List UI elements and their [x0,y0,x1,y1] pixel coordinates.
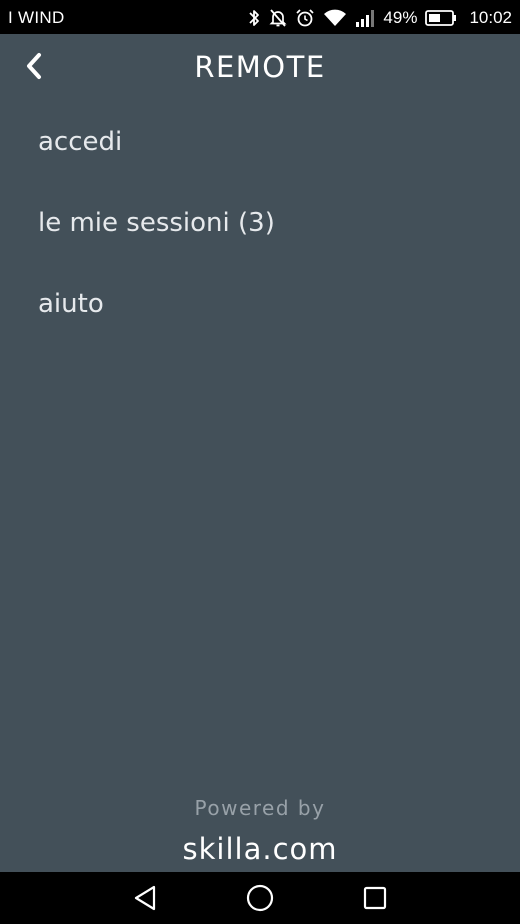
vibrate-muted-icon [269,8,287,28]
recents-square-icon [363,886,387,910]
battery-percent: 49% [383,8,418,27]
nav-back-button[interactable] [127,882,163,914]
wifi-icon [323,8,347,28]
alarm-icon [295,8,315,28]
bluetooth-icon [247,8,261,28]
menu-item-aiuto[interactable]: aiuto [0,264,520,345]
app-header: REMOTE [0,34,520,104]
system-nav-bar [0,872,520,924]
back-triangle-icon [134,885,156,911]
nav-home-button[interactable] [242,882,278,914]
status-icons: 49% 10:02 [247,6,512,30]
home-circle-icon [246,884,274,912]
page-title: REMOTE [194,50,326,84]
menu-list: accedi le mie sessioni (3) aiuto [0,102,520,345]
carrier-label: I WIND [8,8,65,27]
powered-by-label: Powered by [194,796,326,820]
app-screen: I WIND 49% 10:02 REMOTE accedi le mie se… [0,0,520,924]
nav-recents-button[interactable] [357,882,393,914]
signal-icon [355,8,375,28]
status-time: 10:02 [469,8,512,27]
menu-item-accedi[interactable]: accedi [0,102,520,183]
menu-item-le-mie-sessioni[interactable]: le mie sessioni (3) [0,183,520,264]
brand-link[interactable]: skilla.com [0,832,520,866]
status-bar: I WIND 49% 10:02 [0,0,520,34]
battery-icon [425,9,457,27]
